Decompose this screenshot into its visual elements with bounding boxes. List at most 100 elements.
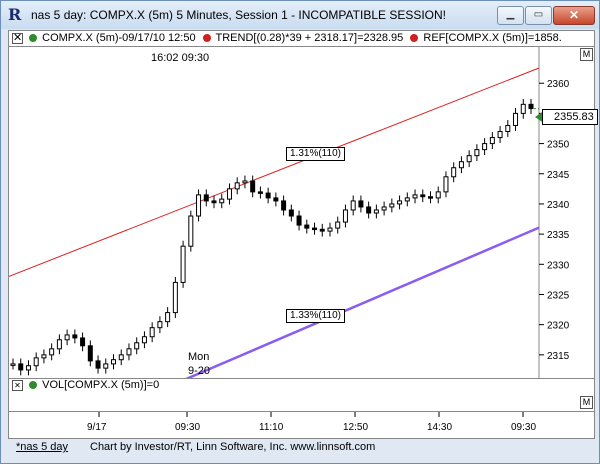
candle-body [474, 149, 480, 157]
price-chart[interactable]: 2360235523502345234023352330232523202315… [8, 46, 595, 380]
candle-body [482, 143, 488, 151]
close-volume-pane-icon[interactable]: ✕ [12, 379, 23, 391]
time-axis-canvas: 9/17 09:30 11:10 12:50 14:30 09:30 [87, 412, 536, 433]
volume-status-dot-icon [29, 381, 38, 390]
candle-body [373, 209, 379, 214]
candle-body [366, 206, 372, 214]
candle-body [64, 334, 70, 341]
candle-body [489, 137, 495, 145]
candle-body [257, 191, 263, 194]
candle-body [103, 363, 109, 369]
candle-body [180, 245, 186, 283]
minimize-button[interactable]: ▁ [497, 6, 524, 25]
candle-body [420, 194, 426, 198]
lower-trend-line [182, 226, 540, 379]
lower-trend-label: 1.33%(110) [286, 309, 345, 323]
trend-label[interactable]: TREND[(0.28)*39 + 2318.17]=2328.95 [216, 32, 404, 44]
candle-body [327, 227, 333, 232]
candle-body [87, 345, 93, 362]
candle-body [18, 363, 24, 371]
candle-body [335, 221, 341, 229]
candle-body [49, 348, 55, 356]
time-readout: 16:02 09:30 [151, 52, 210, 64]
candle-body [10, 363, 16, 366]
candle-body [513, 112, 519, 126]
candle-body [319, 228, 325, 232]
x-tick-label: 12:50 [343, 422, 368, 433]
minimize-icon: ▁ [506, 9, 515, 20]
candle-body [111, 359, 117, 365]
candle-body [134, 342, 140, 350]
candle-body [80, 337, 86, 347]
candle-body [95, 360, 101, 369]
annotation-day: Mon [188, 351, 210, 363]
y-tick-label: 2345 [547, 170, 570, 181]
y-tick-label: 2330 [547, 260, 570, 271]
x-tick-label: 14:30 [427, 422, 452, 433]
candle-body [304, 224, 310, 229]
price-chart-canvas: 2360235523502345234023352330232523202315 [9, 47, 570, 379]
y-tick-label: 2350 [547, 140, 570, 151]
x-tick-label: 09:30 [175, 422, 200, 433]
candle-body [172, 281, 178, 314]
ref-label[interactable]: REF[COMPX.X (5m)]=1858. [423, 32, 561, 44]
candle-body [451, 167, 457, 178]
candle-body [458, 161, 464, 169]
close-icon: ✕ [568, 8, 580, 22]
x-tick-label: 9/17 [87, 422, 107, 433]
candle-body [381, 206, 387, 211]
candle-body [25, 365, 31, 371]
trend-status-dot-icon [202, 34, 211, 43]
volume-label[interactable]: VOL[COMPX.X (5m)]=0 [42, 379, 159, 391]
maximize-icon: ▭ [533, 9, 544, 20]
page-tab-nas-5-day[interactable]: *nas 5 day [16, 441, 68, 453]
candle-body [435, 191, 441, 199]
title-bar[interactable]: R nas 5 day: COMPX.X (5m) 5 Minutes, Ses… [1, 1, 599, 29]
candle-body [234, 182, 240, 190]
status-bar: *nas 5 day Chart by Investor/RT, Linn So… [8, 439, 593, 457]
maximize-pane-icon[interactable]: M [580, 48, 593, 61]
candle-body [118, 354, 124, 361]
candle-body [211, 200, 217, 204]
candle-body [427, 196, 433, 199]
symbol-status-dot-icon [29, 34, 38, 43]
candle-body [188, 215, 194, 247]
x-tick-label: 11:10 [259, 422, 284, 433]
candle-body [350, 200, 356, 211]
candle-body [466, 155, 472, 163]
candle-body [72, 334, 78, 339]
candle-body [404, 197, 410, 202]
candle-body [497, 131, 503, 139]
candle-body [389, 203, 395, 208]
symbol-label[interactable]: COMPX.X (5m)-09/17/10 12:50 [42, 32, 195, 44]
ref-status-dot-icon [410, 34, 419, 43]
candle-body [288, 209, 294, 217]
close-pane-icon[interactable]: ✕ [12, 32, 23, 44]
x-tick-label: 09:30 [511, 422, 536, 433]
candle-body [226, 188, 232, 200]
candle-body [56, 339, 62, 350]
y-tick-label: 2320 [547, 321, 570, 332]
candle-body [141, 336, 147, 344]
y-tick-label: 2360 [547, 79, 570, 90]
maximize-button[interactable]: ▭ [525, 6, 552, 25]
candle-body [157, 321, 163, 329]
candle-body [196, 194, 202, 217]
volume-pane[interactable]: M [8, 395, 595, 411]
candle-body [165, 312, 171, 323]
close-button[interactable]: ✕ [553, 6, 595, 25]
candle-body [265, 192, 271, 199]
chart-window: R nas 5 day: COMPX.X (5m) 5 Minutes, Ses… [0, 0, 600, 464]
y-tick-label: 2335 [547, 230, 570, 241]
maximize-volume-pane-icon[interactable]: M [580, 396, 593, 409]
y-tick-label: 2325 [547, 290, 570, 301]
candle-body [342, 209, 348, 223]
candle-body [203, 194, 209, 202]
candle-body [358, 200, 364, 208]
candle-body [296, 215, 302, 226]
candle-body [312, 227, 318, 231]
candle-body [273, 197, 279, 202]
credit-text: Chart by Investor/RT, Linn Software, Inc… [90, 441, 376, 453]
time-axis[interactable]: 9/17 09:30 11:10 12:50 14:30 09:30 [8, 411, 595, 439]
candle-body [397, 200, 403, 205]
